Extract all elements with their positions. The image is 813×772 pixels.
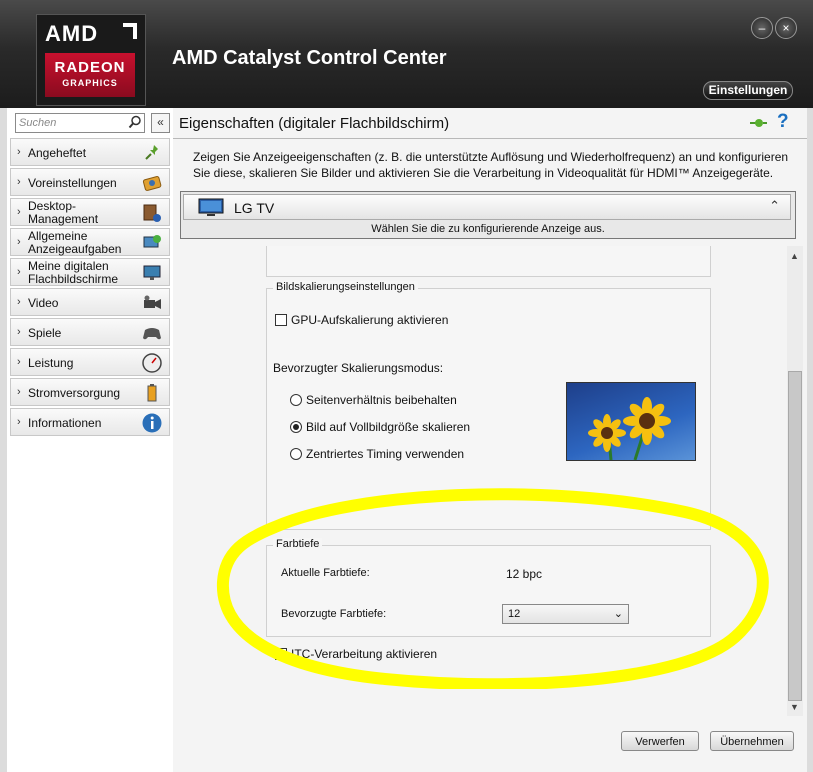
itc-label: ITC-Verarbeitung aktivieren xyxy=(291,647,438,661)
sidebar-item-informationen[interactable]: › Informationen xyxy=(10,408,170,436)
collapse-sidebar-button[interactable]: « xyxy=(151,113,170,133)
sidebar-item-label: Informationen xyxy=(28,416,102,430)
chevron-right-icon: › xyxy=(17,386,21,398)
display-selector-header[interactable]: LG TV ⌃ xyxy=(183,194,791,220)
logo-amd-text: AMD xyxy=(45,21,99,46)
close-button[interactable]: × xyxy=(775,17,797,39)
sidebar-item-label: Angeheftet xyxy=(28,146,87,160)
desktop-icon xyxy=(143,204,161,222)
previous-group-bottom xyxy=(266,246,711,277)
page-title: Eigenschaften (digitaler Flachbildschirm… xyxy=(179,115,450,132)
battery-icon xyxy=(147,384,157,402)
logo-graphics-text: GRAPHICS xyxy=(62,78,118,88)
sidebar-item-flachbildschirme[interactable]: › Meine digitalen Flachbildschirme xyxy=(10,258,170,286)
title-bar: AMD RADEON GRAPHICS AMD Catalyst Control… xyxy=(0,0,813,108)
chevron-right-icon: › xyxy=(17,356,21,368)
itc-checkbox[interactable] xyxy=(275,648,287,660)
pin-icon xyxy=(145,145,158,160)
sidebar-item-stromversorgung[interactable]: › Stromversorgung xyxy=(10,378,170,406)
page-description: Zeigen Sie Anzeigeeigenschaften (z. B. d… xyxy=(193,150,789,180)
radio-fullscreen[interactable] xyxy=(290,421,302,433)
radio-centered-label: Zentriertes Timing verwenden xyxy=(306,447,465,461)
display-name: LG TV xyxy=(234,200,275,216)
sidebar-item-label: Meine digitalen Flachbildschirme xyxy=(28,259,119,286)
chevron-right-icon: › xyxy=(17,236,21,248)
sunflower-picture xyxy=(588,397,671,460)
gpu-scaling-checkbox[interactable] xyxy=(275,314,287,326)
scroll-thumb[interactable] xyxy=(788,371,802,701)
monitor-icon xyxy=(198,198,224,216)
sidebar-item-angeheftet[interactable]: › Angeheftet xyxy=(10,138,170,166)
gpu-scaling-label: GPU-Aufskalierung aktivieren xyxy=(291,313,449,327)
title-divider xyxy=(173,138,807,139)
display-selector-hint: Wählen Sie die zu konfigurierende Anzeig… xyxy=(371,223,605,235)
minimize-button[interactable]: – xyxy=(751,17,773,39)
color-depth-group: Farbtiefe xyxy=(266,538,711,637)
sidebar-item-allgemeine-anzeigeaufgaben[interactable]: › Allgemeine Anzeigeaufgaben xyxy=(10,228,170,256)
sidebar-item-video[interactable]: › Video xyxy=(10,288,170,316)
sidebar-item-desktop-management[interactable]: › Desktop- Management xyxy=(10,198,170,226)
sidebar-item-label: Stromversorgung xyxy=(28,386,121,400)
radio-centered[interactable] xyxy=(290,448,302,460)
chevron-right-icon: › xyxy=(17,146,21,158)
radio-keep-aspect-label: Seitenverhältnis beibehalten xyxy=(306,393,457,407)
radeon-badge: RADEON GRAPHICS xyxy=(45,53,135,97)
scaling-legend: Bildskalierungseinstellungen xyxy=(273,281,418,293)
sidebar-item-label: Video xyxy=(28,296,59,310)
radio-keep-aspect[interactable] xyxy=(290,394,302,406)
chevron-right-icon: › xyxy=(17,296,21,308)
content-scrollbar[interactable]: ▲ ▼ xyxy=(787,246,803,716)
sidebar-item-label: Desktop- Management xyxy=(28,199,99,226)
preferred-depth-value: 12 xyxy=(508,608,521,620)
sidebar-item-label: Voreinstellungen xyxy=(28,176,117,190)
presets-icon xyxy=(142,176,162,191)
search-input[interactable]: Suchen xyxy=(15,113,145,133)
scaling-preview-image xyxy=(566,382,696,461)
color-depth-legend: Farbtiefe xyxy=(273,538,323,550)
sidebar-item-label: Leistung xyxy=(28,356,74,370)
display-selector[interactable]: LG TV ⌃ Wählen Sie die zu konfigurierend… xyxy=(180,191,796,239)
discard-button[interactable]: Verwerfen xyxy=(621,731,699,751)
scroll-down-arrow-icon[interactable]: ▼ xyxy=(790,702,799,712)
pin-page-icon[interactable] xyxy=(748,115,768,131)
gamepad-icon xyxy=(143,328,161,340)
chevron-right-icon: › xyxy=(17,206,21,218)
amd-arrow-mark xyxy=(123,23,137,39)
preferred-depth-select[interactable]: 12 ⌄ xyxy=(502,604,629,624)
chevron-right-icon: › xyxy=(17,266,21,278)
gauge-icon xyxy=(142,353,162,373)
apply-button[interactable]: Übernehmen xyxy=(710,731,794,751)
sidebar-item-leistung[interactable]: › Leistung xyxy=(10,348,170,376)
flatpanel-icon xyxy=(143,265,161,280)
app-window: AMD RADEON GRAPHICS AMD Catalyst Control… xyxy=(0,0,813,772)
chevron-up-icon[interactable]: ⌃ xyxy=(769,198,780,214)
logo-radeon-text: RADEON xyxy=(54,59,126,76)
sidebar-nav: › Angeheftet › Voreinstellungen › Deskto… xyxy=(10,138,170,438)
radio-fullscreen-label: Bild auf Vollbildgröße skalieren xyxy=(306,420,471,434)
chevron-right-icon: › xyxy=(17,416,21,428)
amd-radeon-logo: AMD RADEON GRAPHICS xyxy=(36,14,146,106)
chevron-right-icon: › xyxy=(17,176,21,188)
sidebar-item-label: Allgemeine Anzeigeaufgaben xyxy=(28,229,122,256)
sidebar-item-voreinstellungen[interactable]: › Voreinstellungen xyxy=(10,168,170,196)
app-title: AMD Catalyst Control Center xyxy=(172,47,447,69)
search-icon[interactable] xyxy=(128,115,142,129)
scroll-up-arrow-icon[interactable]: ▲ xyxy=(790,251,799,261)
sidebar: Suchen « › Angeheftet › Voreinstellungen xyxy=(7,108,174,772)
current-depth-value: 12 bpc xyxy=(506,567,543,581)
display-tasks-icon xyxy=(143,235,161,248)
chevron-right-icon: › xyxy=(17,326,21,338)
video-camera-icon xyxy=(144,295,161,309)
scaling-mode-heading: Bevorzugter Skalierungsmodus: xyxy=(273,361,444,375)
chevron-down-icon: ⌄ xyxy=(613,608,623,620)
sidebar-item-label: Spiele xyxy=(28,326,62,340)
preferred-depth-label: Bevorzugte Farbtiefe: xyxy=(281,608,387,620)
info-icon xyxy=(142,413,162,433)
sidebar-item-spiele[interactable]: › Spiele xyxy=(10,318,170,346)
current-depth-label: Aktuelle Farbtiefe: xyxy=(281,567,370,579)
search-placeholder: Suchen xyxy=(19,117,57,129)
help-icon[interactable]: ? xyxy=(777,111,789,133)
settings-button[interactable]: Einstellungen xyxy=(703,81,793,100)
